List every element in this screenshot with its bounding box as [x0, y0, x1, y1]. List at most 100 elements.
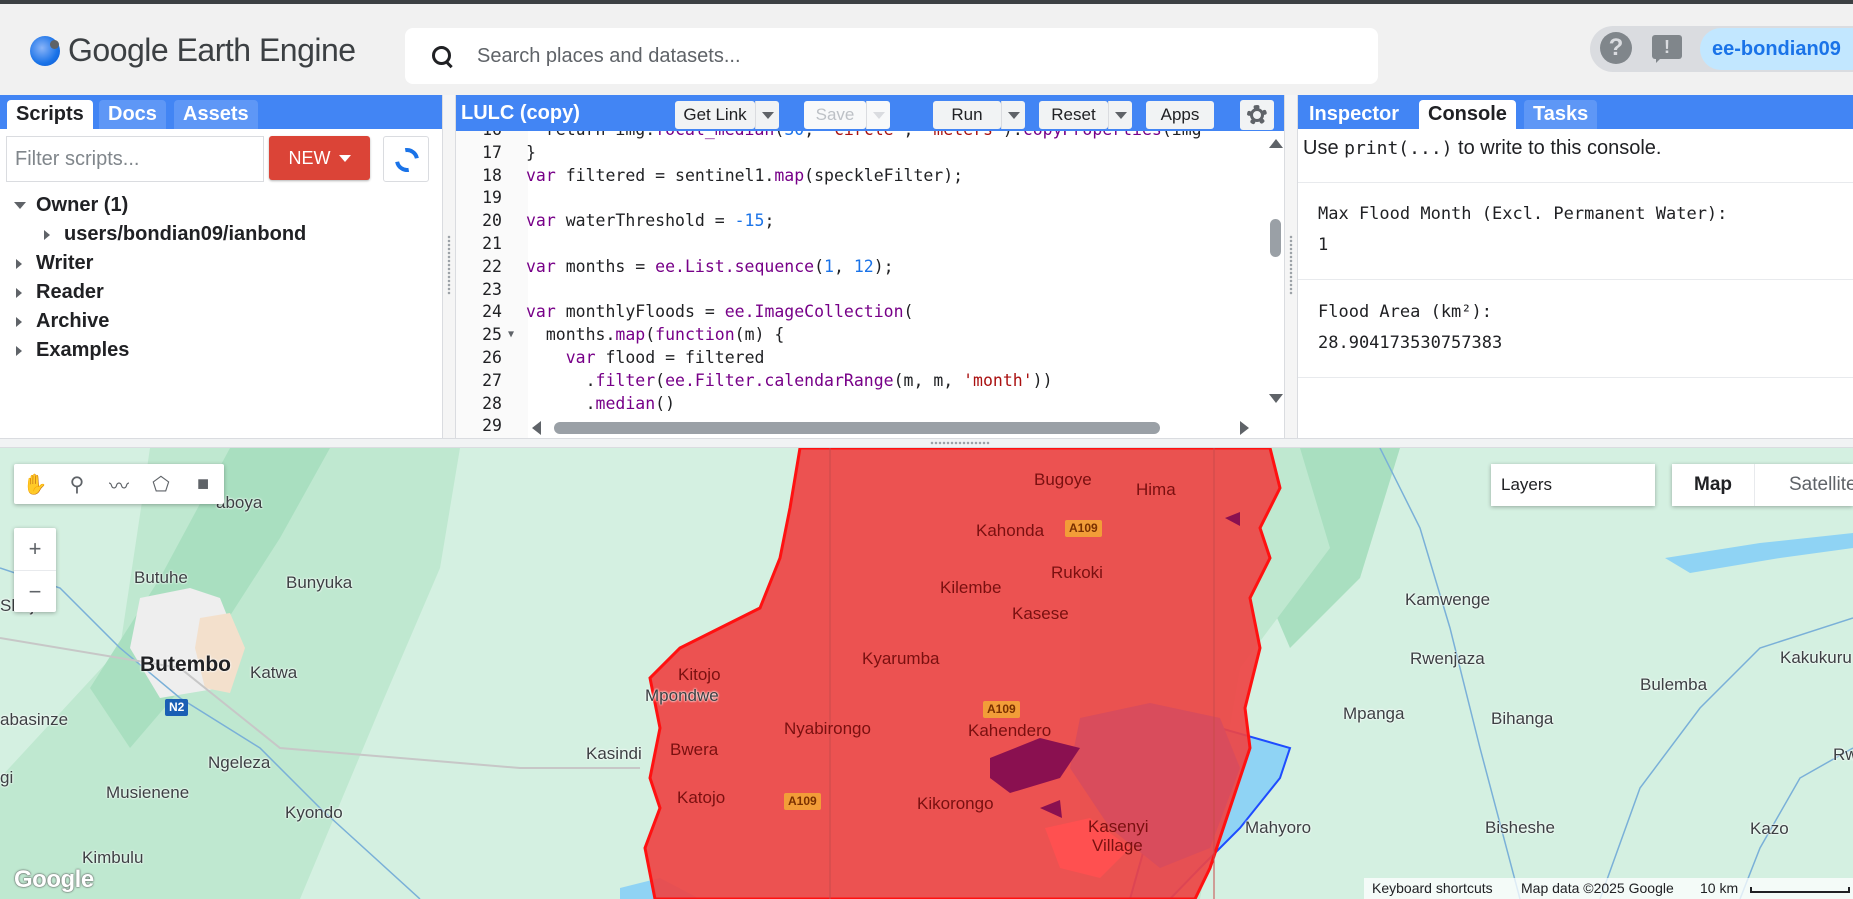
code-line[interactable]: 21	[456, 233, 1202, 256]
code-line[interactable]: 27 .filter(ee.Filter.calendarRange(m, m,…	[456, 370, 1202, 393]
map-data-credit[interactable]: Map data ©2025 Google	[1521, 878, 1674, 899]
console-entry[interactable]: Flood Area (km²): 28.904173530757383	[1318, 297, 1502, 359]
code-line[interactable]: 17}	[456, 142, 1202, 165]
vertical-scrollbar[interactable]	[1266, 131, 1284, 416]
tab-scripts[interactable]: Scripts	[7, 100, 93, 129]
help-icon[interactable]: ?	[1600, 32, 1632, 64]
code-area[interactable]: 16 return img.focal_median(30, 'circle',…	[456, 131, 1284, 438]
left-splitter[interactable]	[442, 95, 456, 438]
get-link-button[interactable]: Get Link	[675, 101, 755, 129]
code-text[interactable]: months.map(function(m) {	[522, 324, 784, 347]
code-text[interactable]: }	[522, 142, 536, 165]
fold-arrow-icon[interactable]	[508, 233, 522, 256]
save-dropdown[interactable]	[866, 101, 890, 129]
fold-arrow-icon[interactable]	[508, 370, 522, 393]
filter-scripts-input[interactable]	[6, 136, 264, 182]
tab-inspector[interactable]: Inspector	[1300, 100, 1409, 129]
layers-button[interactable]: Layers	[1491, 464, 1655, 506]
scroll-left-icon[interactable]	[532, 421, 541, 435]
scroll-thumb[interactable]	[1270, 219, 1281, 257]
run-dropdown[interactable]	[1001, 101, 1025, 129]
tree-item-repo[interactable]: users/bondian09/ianbond	[12, 220, 306, 249]
tab-console[interactable]: Console	[1419, 100, 1516, 129]
scroll-up-icon[interactable]	[1269, 139, 1283, 148]
fold-arrow-icon[interactable]	[508, 256, 522, 279]
code-line[interactable]: 18 var filtered = sentinel1.map(speckleFi…	[456, 165, 1202, 188]
tab-assets[interactable]: Assets	[174, 100, 258, 129]
code-line[interactable]: 20 var waterThreshold = -15;	[456, 210, 1202, 233]
rectangle-icon[interactable]: ■	[182, 464, 224, 504]
zoom-out-button[interactable]: −	[14, 570, 56, 612]
map-splitter[interactable]	[0, 438, 1853, 448]
console-entry[interactable]: Max Flood Month (Excl. Permanent Water):…	[1318, 199, 1727, 261]
search-box[interactable]	[405, 28, 1378, 84]
fold-arrow-icon[interactable]	[508, 210, 522, 233]
code-text[interactable]	[522, 187, 526, 210]
map-type-map[interactable]: Map	[1672, 464, 1754, 506]
right-splitter[interactable]	[1284, 95, 1298, 438]
code-text[interactable]	[522, 415, 526, 438]
code-text[interactable]	[522, 233, 526, 256]
polygon-icon[interactable]: ⬠	[140, 464, 182, 504]
map-type-satellite[interactable]: Satellite	[1754, 464, 1853, 506]
reset-button[interactable]: Reset	[1039, 101, 1108, 129]
code-text[interactable]	[522, 279, 526, 302]
fold-arrow-icon[interactable]	[508, 187, 522, 210]
user-account-chip[interactable]: ee-bondian09	[1700, 28, 1853, 70]
fold-arrow-icon[interactable]	[508, 393, 522, 416]
code-line[interactable]: 24 var monthlyFloods = ee.ImageCollection…	[456, 301, 1202, 324]
search-input[interactable]	[477, 44, 1337, 68]
app-logo[interactable]: Google Earth Engine	[30, 32, 356, 69]
reset-dropdown[interactable]	[1108, 101, 1132, 129]
settings-button[interactable]	[1240, 100, 1274, 130]
code-line[interactable]: 19	[456, 187, 1202, 210]
tab-tasks[interactable]: Tasks	[1524, 100, 1598, 129]
tree-item-reader[interactable]: Reader	[12, 278, 306, 307]
search-icon[interactable]	[431, 45, 453, 67]
tree-item-owner[interactable]: Owner (1)	[12, 191, 306, 220]
code-line[interactable]: 16 return img.focal_median(30, 'circle',…	[456, 131, 1202, 142]
tree-item-writer[interactable]: Writer	[12, 249, 306, 278]
polyline-icon[interactable]: 〰	[98, 464, 140, 504]
code-text[interactable]: .median()	[522, 393, 675, 416]
script-title[interactable]: LULC (copy)	[461, 95, 580, 131]
fold-arrow-icon[interactable]	[508, 347, 522, 370]
apps-button[interactable]: Apps	[1146, 101, 1214, 129]
fold-arrow-icon[interactable]: ▼	[508, 324, 522, 347]
scale-label[interactable]: 10 km	[1700, 878, 1738, 899]
save-button[interactable]: Save	[804, 101, 866, 129]
fold-arrow-icon[interactable]	[508, 142, 522, 165]
get-link-dropdown[interactable]	[755, 101, 779, 129]
code-text[interactable]: var waterThreshold = -15;	[522, 210, 774, 233]
code-line[interactable]: 26 var flood = filtered	[456, 347, 1202, 370]
code-text[interactable]: return img.focal_median(30, 'circle', 'm…	[522, 131, 1202, 142]
fold-arrow-icon[interactable]	[508, 279, 522, 302]
tree-item-examples[interactable]: Examples	[12, 336, 306, 365]
map-canvas[interactable]: Butembo Butuhe Bunyuka Katwa Ngeleza Musienen…	[0, 448, 1853, 899]
refresh-button[interactable]	[383, 136, 429, 182]
scroll-right-icon[interactable]	[1240, 421, 1249, 435]
code-line[interactable]: 25 ▼ months.map(function(m) {	[456, 324, 1202, 347]
scroll-down-icon[interactable]	[1269, 394, 1283, 403]
code-text[interactable]: var monthlyFloods = ee.ImageCollection(	[522, 301, 913, 324]
tab-docs[interactable]: Docs	[99, 100, 166, 129]
code-text[interactable]: var filtered = sentinel1.map(speckleFilt…	[522, 165, 963, 188]
code-text[interactable]: var months = ee.List.sequence(1, 12);	[522, 256, 894, 279]
code-line[interactable]: 28 .median()	[456, 393, 1202, 416]
fold-arrow-icon[interactable]	[508, 415, 522, 438]
feedback-icon[interactable]: !	[1652, 35, 1682, 63]
code-text[interactable]: .filter(ee.Filter.calendarRange(m, m, 'm…	[522, 370, 1053, 393]
pan-hand-icon[interactable]: ✋	[14, 464, 56, 504]
zoom-in-button[interactable]: +	[14, 528, 56, 570]
run-button[interactable]: Run	[933, 101, 1001, 129]
code-line[interactable]: 22 var months = ee.List.sequence(1, 12);	[456, 256, 1202, 279]
fold-arrow-icon[interactable]	[508, 301, 522, 324]
code-lines[interactable]: 16 return img.focal_median(30, 'circle',…	[456, 131, 1202, 438]
code-line[interactable]: 23	[456, 279, 1202, 302]
marker-pin-icon[interactable]: ⚲	[56, 464, 98, 504]
code-text[interactable]: var flood = filtered	[522, 347, 765, 370]
scroll-thumb[interactable]	[554, 422, 1160, 434]
fold-arrow-icon[interactable]	[508, 165, 522, 188]
keyboard-shortcuts-link[interactable]: Keyboard shortcuts	[1372, 878, 1493, 899]
horizontal-scrollbar[interactable]	[528, 416, 1266, 438]
